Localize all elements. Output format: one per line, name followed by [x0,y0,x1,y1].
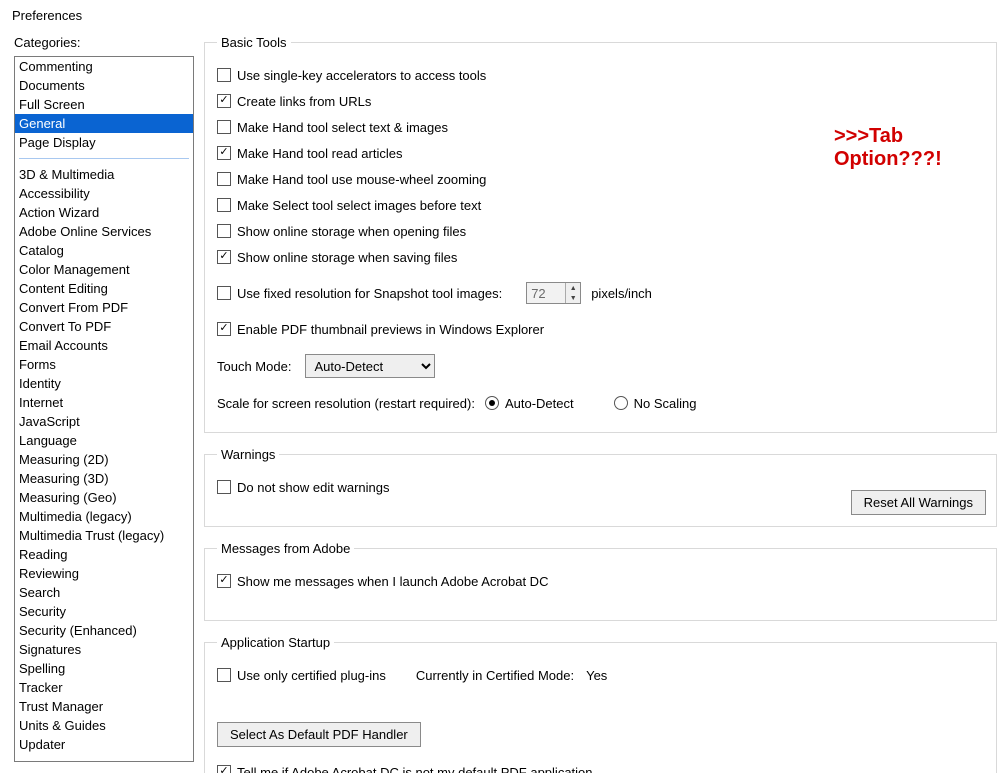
sidebar-item[interactable]: Catalog [15,241,193,260]
resolution-spinner[interactable]: ▲ ▼ [526,282,581,304]
sidebar-item[interactable]: Measuring (Geo) [15,488,193,507]
radio-auto-detect[interactable] [485,396,499,410]
sidebar-item[interactable]: Action Wizard [15,203,193,222]
checkbox-label: Make Hand tool use mouse-wheel zooming [237,172,486,187]
checkbox-single-key[interactable] [217,68,231,82]
messages-group: Messages from Adobe Show me messages whe… [204,541,997,621]
warnings-legend: Warnings [217,447,279,462]
sidebar-item[interactable]: Full Screen [15,95,193,114]
checkbox-storage-save[interactable] [217,250,231,264]
sidebar-item[interactable]: Language [15,431,193,450]
spinner-up-icon[interactable]: ▲ [566,283,580,293]
sidebar-item[interactable]: Color Management [15,260,193,279]
checkbox-hand-select[interactable] [217,120,231,134]
sidebar-item[interactable]: Email Accounts [15,336,193,355]
reset-all-warnings-button[interactable]: Reset All Warnings [851,490,986,515]
sidebar-item[interactable]: Signatures [15,640,193,659]
checkbox-create-links[interactable] [217,94,231,108]
checkbox-label: Use single-key accelerators to access to… [237,68,486,83]
checkbox-label: Show online storage when saving files [237,250,457,265]
checkbox-default-app[interactable] [217,765,231,773]
checkbox-label: Create links from URLs [237,94,371,109]
radio-label: Auto-Detect [505,396,574,411]
messages-legend: Messages from Adobe [217,541,354,556]
checkbox-label: Make Hand tool read articles [237,146,402,161]
sidebar-item-general[interactable]: General [15,114,193,133]
sidebar-item[interactable]: Convert From PDF [15,298,193,317]
sidebar-item[interactable]: Convert To PDF [15,317,193,336]
checkbox-select-images[interactable] [217,198,231,212]
sidebar-item[interactable]: Documents [15,76,193,95]
checkbox-certified-plugins[interactable] [217,668,231,682]
certified-mode-label: Currently in Certified Mode: [416,668,574,683]
sidebar-item[interactable]: Units & Guides [15,716,193,735]
sidebar-item[interactable]: Internet [15,393,193,412]
checkbox-fixed-resolution[interactable] [217,286,231,300]
sidebar-item[interactable]: Security (Enhanced) [15,621,193,640]
sidebar-item[interactable]: JavaScript [15,412,193,431]
window-title: Preferences [0,0,997,27]
checkbox-label: Use only certified plug-ins [237,668,386,683]
sidebar-item[interactable]: Tracker [15,678,193,697]
sidebar-item[interactable]: Adobe Online Services [15,222,193,241]
resolution-input[interactable] [527,283,565,303]
checkbox-label: Make Hand tool select text & images [237,120,448,135]
startup-legend: Application Startup [217,635,334,650]
checkbox-label: Enable PDF thumbnail previews in Windows… [237,322,544,337]
sidebar-item[interactable]: Measuring (2D) [15,450,193,469]
sidebar-item[interactable]: Multimedia (legacy) [15,507,193,526]
checkbox-show-messages[interactable] [217,574,231,588]
categories-label: Categories: [14,35,194,50]
checkbox-hand-zoom[interactable] [217,172,231,186]
sidebar-item[interactable]: Updater [15,735,193,754]
basic-tools-legend: Basic Tools [217,35,291,50]
sidebar-item[interactable]: Multimedia Trust (legacy) [15,526,193,545]
checkbox-label: Show me messages when I launch Adobe Acr… [237,574,548,589]
select-default-handler-button[interactable]: Select As Default PDF Handler [217,722,421,747]
sidebar-item[interactable]: Reading [15,545,193,564]
radio-label: No Scaling [634,396,697,411]
touch-mode-select[interactable]: Auto-Detect [305,354,435,378]
checkbox-storage-open[interactable] [217,224,231,238]
sidebar-item[interactable]: Content Editing [15,279,193,298]
sidebar-item[interactable]: Measuring (3D) [15,469,193,488]
checkbox-label: Make Select tool select images before te… [237,198,481,213]
sidebar-item[interactable]: Commenting [15,57,193,76]
basic-tools-group: Basic Tools Use single-key accelerators … [204,35,997,433]
scale-label: Scale for screen resolution (restart req… [217,396,475,411]
checkbox-label: Do not show edit warnings [237,480,389,495]
checkbox-label: Use fixed resolution for Snapshot tool i… [237,286,502,301]
spinner-down-icon[interactable]: ▼ [566,293,580,303]
sidebar-item[interactable]: Page Display [15,133,193,152]
categories-listbox[interactable]: Commenting Documents Full Screen General… [14,56,194,762]
checkbox-edit-warnings[interactable] [217,480,231,494]
sidebar-item[interactable]: Security [15,602,193,621]
sidebar-item[interactable]: Accessibility [15,184,193,203]
sidebar-item[interactable]: Trust Manager [15,697,193,716]
sidebar-item[interactable]: 3D & Multimedia [15,165,193,184]
certified-mode-value: Yes [586,668,607,683]
checkbox-label: Show online storage when opening files [237,224,466,239]
radio-no-scaling[interactable] [614,396,628,410]
sidebar-item[interactable]: Search [15,583,193,602]
sidebar-item[interactable]: Spelling [15,659,193,678]
warnings-group: Warnings Do not show edit warnings Reset… [204,447,997,527]
checkbox-thumbnail[interactable] [217,322,231,336]
sidebar-item[interactable]: Identity [15,374,193,393]
sidebar-item[interactable]: Reviewing [15,564,193,583]
sidebar-item[interactable]: Forms [15,355,193,374]
resolution-unit: pixels/inch [591,286,652,301]
touch-mode-label: Touch Mode: [217,359,291,374]
checkbox-label: Tell me if Adobe Acrobat DC is not my de… [237,765,593,773]
application-startup-group: Application Startup Use only certified p… [204,635,997,773]
checkbox-hand-articles[interactable] [217,146,231,160]
